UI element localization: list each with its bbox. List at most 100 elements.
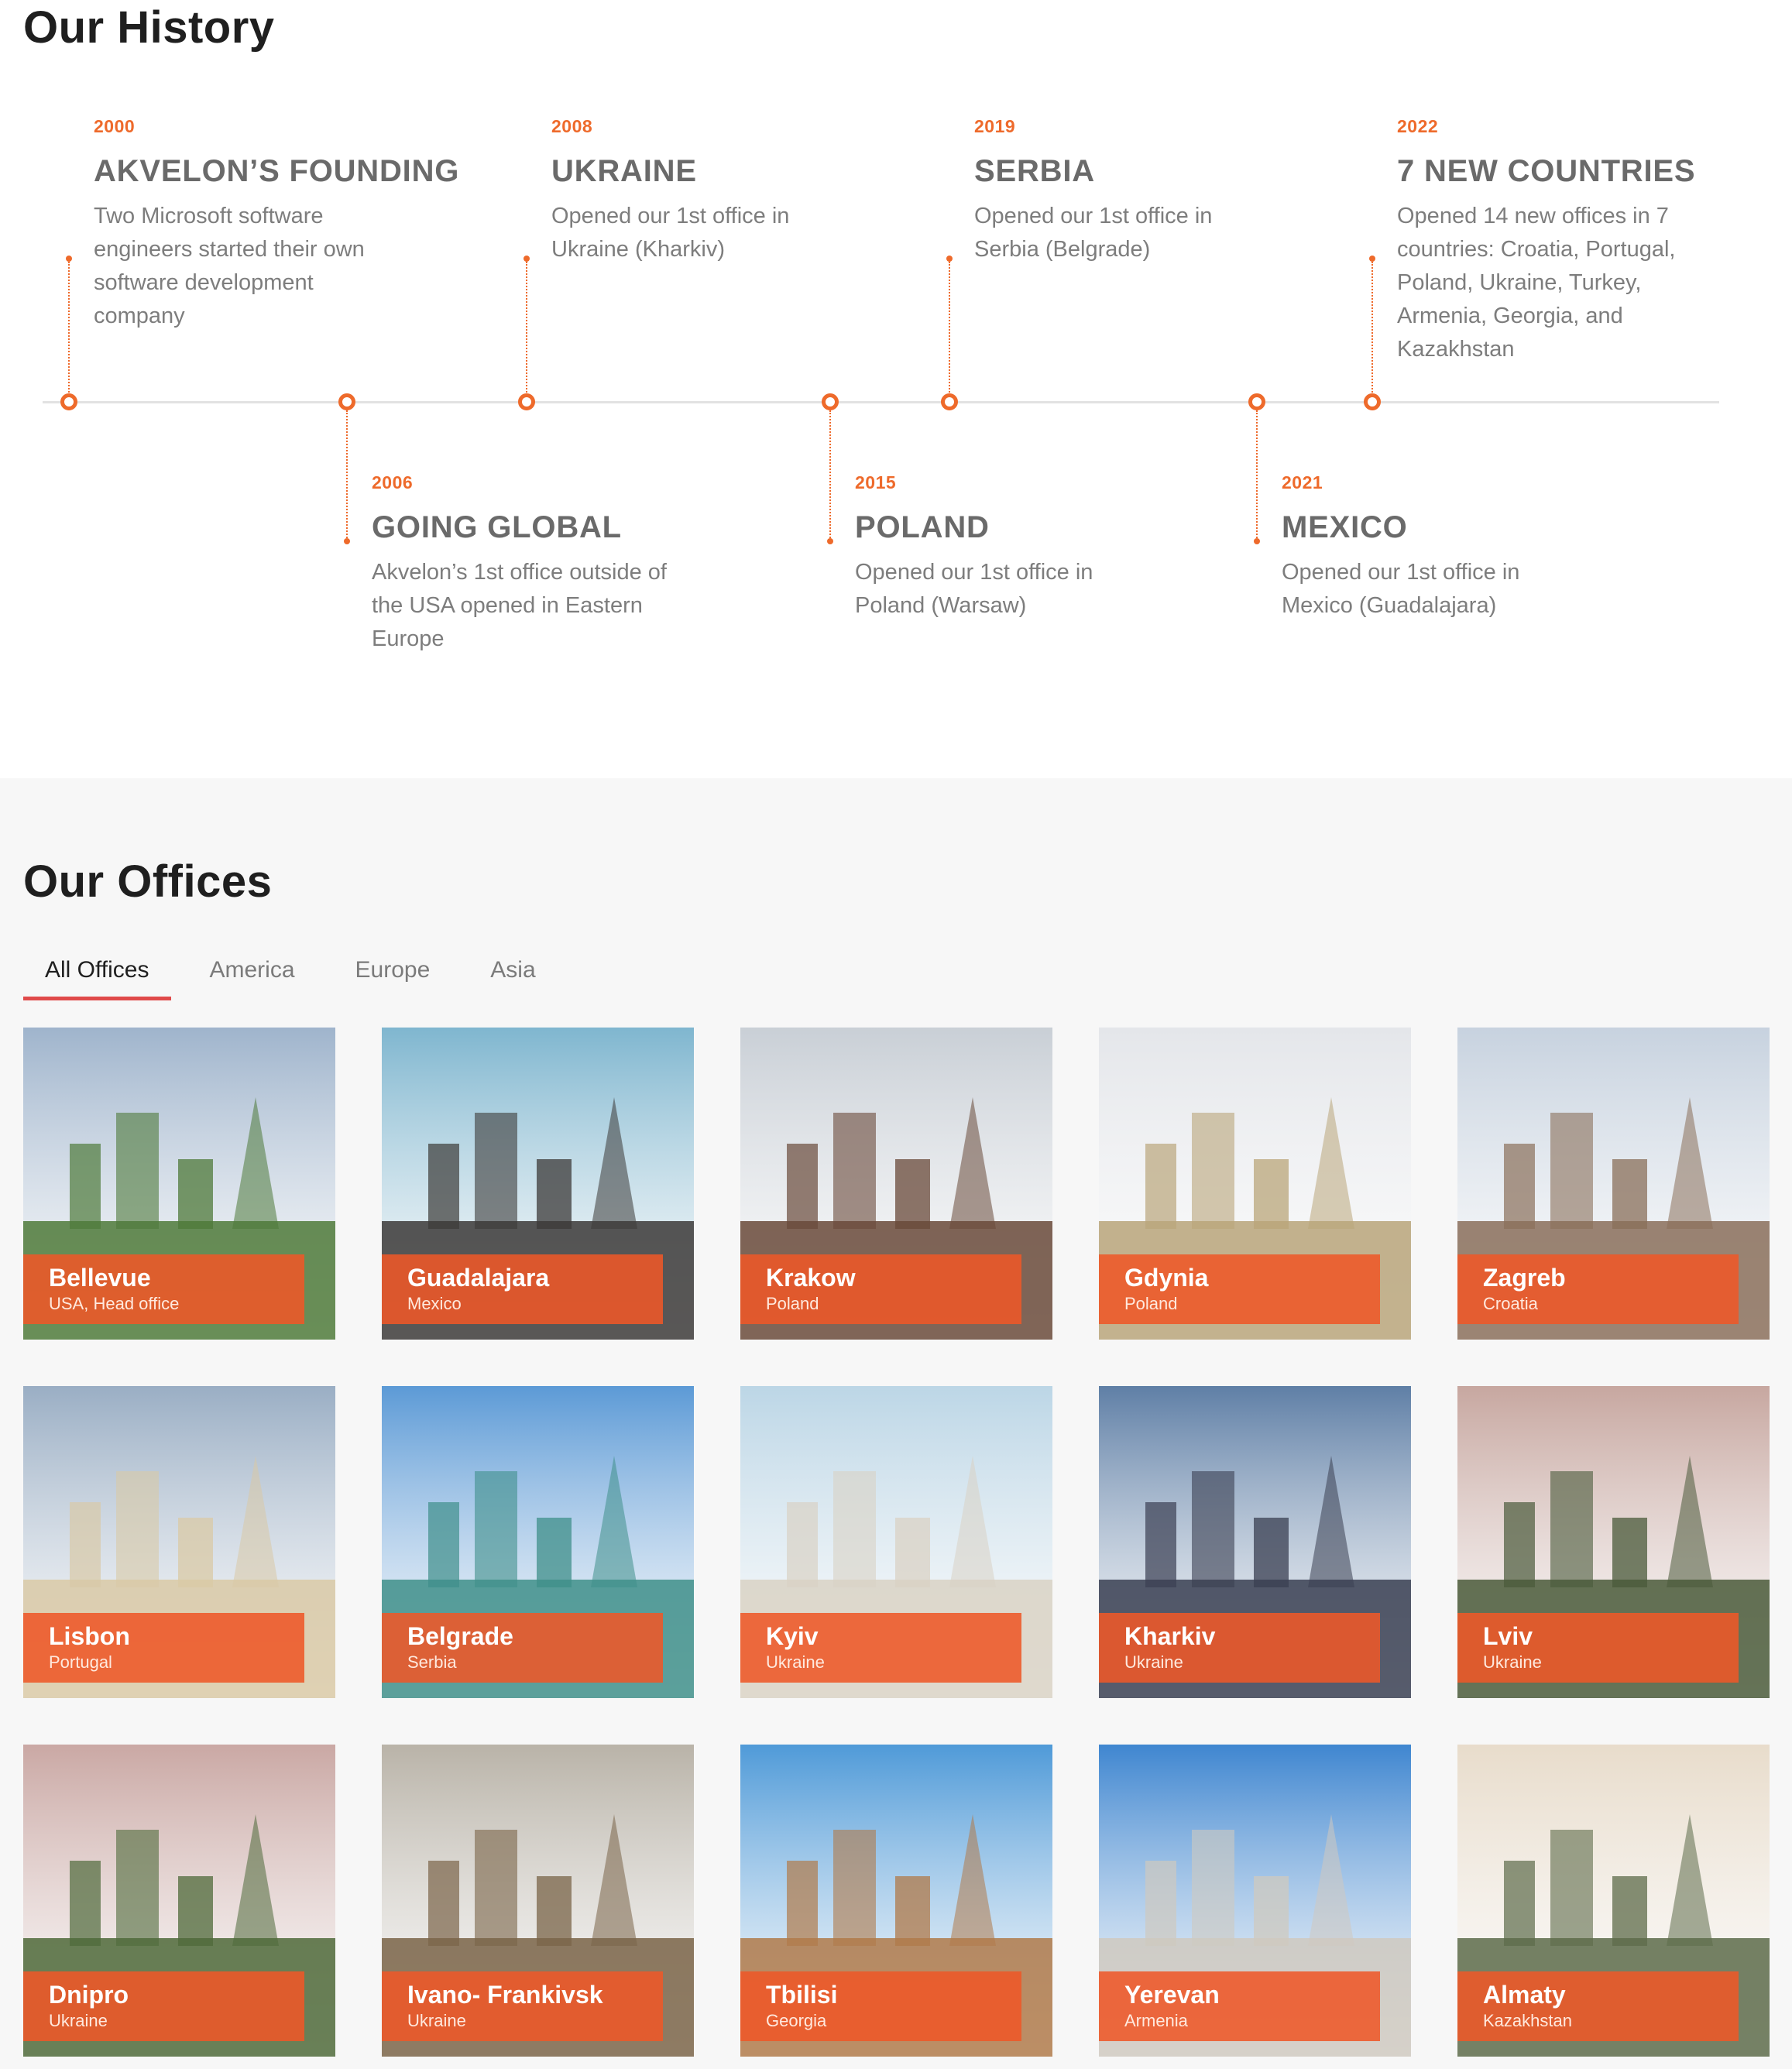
office-country: Ukraine [1124, 1652, 1183, 1672]
event-description: Two Microsoft software engineers started… [94, 204, 365, 328]
office-card[interactable]: Almaty Kazakhstan [1457, 1745, 1770, 2057]
connector-dot [1254, 538, 1260, 544]
office-card[interactable]: Zagreb Croatia [1457, 1028, 1770, 1340]
office-country: Armenia [1124, 2011, 1188, 2030]
office-card[interactable]: Ivano- Frankivsk Ukraine [382, 1745, 694, 2057]
timeline-connector [829, 410, 831, 538]
event-year: 2015 [855, 472, 897, 492]
office-caption: Lviv Ukraine [1457, 1613, 1739, 1683]
event-title: UKRAINE [551, 154, 697, 188]
office-caption: Yerevan Armenia [1099, 1971, 1380, 2041]
office-city: Dnipro [49, 1981, 129, 2009]
history-section: Our History 2000 AKVELON’S FOUNDING Two … [0, 0, 1792, 778]
timeline-connector [1256, 410, 1258, 538]
office-country: USA, Head office [49, 1294, 180, 1313]
office-city: Zagreb [1483, 1264, 1566, 1292]
office-card[interactable]: Belgrade Serbia [382, 1386, 694, 1698]
timeline-dot [60, 393, 77, 410]
connector-dot [827, 538, 833, 544]
timeline-connector [346, 410, 348, 538]
event-description: Opened our 1st office in Ukraine (Kharki… [551, 204, 790, 262]
office-caption: Lisbon Portugal [23, 1613, 304, 1683]
timeline-event-2019: 2019 SERBIA Opened our 1st office in Ser… [974, 116, 1377, 266]
office-caption: Krakow Poland [740, 1254, 1021, 1324]
office-country: Georgia [766, 2011, 827, 2030]
office-country: Ukraine [49, 2011, 108, 2030]
timeline-connector [949, 262, 950, 395]
office-card[interactable]: Gdynia Poland [1099, 1028, 1411, 1340]
tab-america[interactable]: America [188, 952, 317, 1000]
office-caption: Zagreb Croatia [1457, 1254, 1739, 1324]
timeline-event-2022: 2022 7 NEW COUNTRIES Opened 14 new offic… [1397, 116, 1792, 366]
office-tabs: All Offices America Europe Asia [23, 952, 558, 1000]
tab-all-offices[interactable]: All Offices [23, 952, 171, 1000]
timeline-dot [338, 393, 355, 410]
office-country: Ukraine [1483, 1652, 1542, 1672]
office-country: Mexico [407, 1294, 462, 1313]
event-year: 2008 [551, 116, 593, 136]
office-caption: Kyiv Ukraine [740, 1613, 1021, 1683]
connector-dot [66, 256, 72, 262]
event-description: Opened 14 new offices in 7 countries: Cr… [1397, 204, 1676, 362]
office-city: Kharkiv [1124, 1622, 1216, 1650]
event-description: Opened our 1st office in Serbia (Belgrad… [974, 204, 1213, 262]
office-city: Krakow [766, 1264, 856, 1292]
timeline-dot [518, 393, 535, 410]
office-card[interactable]: Tbilisi Georgia [740, 1745, 1052, 2057]
offices-title: Our Offices [23, 856, 273, 907]
connector-dot [1369, 256, 1375, 262]
office-caption: Bellevue USA, Head office [23, 1254, 304, 1324]
office-city: Tbilisi [766, 1981, 838, 2009]
office-caption: Guadalajara Mexico [382, 1254, 663, 1324]
timeline-dot [1248, 393, 1265, 410]
office-caption: Almaty Kazakhstan [1457, 1971, 1739, 2041]
timeline-event-2000: 2000 AKVELON’S FOUNDING Two Microsoft so… [94, 116, 496, 333]
connector-dot [946, 256, 953, 262]
office-card[interactable]: Lviv Ukraine [1457, 1386, 1770, 1698]
event-description: Opened our 1st office in Mexico (Guadala… [1282, 560, 1520, 618]
event-description: Opened our 1st office in Poland (Warsaw) [855, 560, 1093, 618]
office-city: Ivano- Frankivsk [407, 1981, 603, 2009]
timeline-dot [822, 393, 839, 410]
office-city: Kyiv [766, 1622, 819, 1650]
office-caption: Dnipro Ukraine [23, 1971, 304, 2041]
office-card[interactable]: Yerevan Armenia [1099, 1745, 1411, 2057]
connector-dot [344, 538, 350, 544]
event-description: Akvelon’s 1st office outside of the USA … [372, 560, 667, 651]
office-card[interactable]: Guadalajara Mexico [382, 1028, 694, 1340]
event-year: 2021 [1282, 472, 1323, 492]
event-year: 2006 [372, 472, 414, 492]
office-caption: Gdynia Poland [1099, 1254, 1380, 1324]
timeline-event-2008: 2008 UKRAINE Opened our 1st office in Uk… [551, 116, 954, 266]
timeline-event-2006: 2006 GOING GLOBAL Akvelon’s 1st office o… [372, 472, 774, 656]
event-year: 2000 [94, 116, 136, 136]
event-title: AKVELON’S FOUNDING [94, 154, 460, 188]
office-card[interactable]: Krakow Poland [740, 1028, 1052, 1340]
office-city: Bellevue [49, 1264, 151, 1292]
office-city: Lviv [1483, 1622, 1533, 1650]
office-country: Serbia [407, 1652, 457, 1672]
office-caption: Kharkiv Ukraine [1099, 1613, 1380, 1683]
tab-europe[interactable]: Europe [334, 952, 452, 1000]
timeline-line [43, 401, 1719, 403]
timeline-connector [526, 262, 527, 395]
office-caption: Tbilisi Georgia [740, 1971, 1021, 2041]
office-card[interactable]: Dnipro Ukraine [23, 1745, 335, 2057]
office-card[interactable]: Kyiv Ukraine [740, 1386, 1052, 1698]
timeline-event-2015: 2015 POLAND Opened our 1st office in Pol… [855, 472, 1258, 623]
office-card[interactable]: Bellevue USA, Head office [23, 1028, 335, 1340]
history-title: Our History [23, 2, 275, 53]
office-card[interactable]: Lisbon Portugal [23, 1386, 335, 1698]
timeline-dot [941, 393, 958, 410]
tab-asia[interactable]: Asia [469, 952, 557, 1000]
offices-section: Our Offices All Offices America Europe A… [0, 778, 1792, 2069]
timeline-event-2021: 2021 MEXICO Opened our 1st office in Mex… [1282, 472, 1684, 623]
event-year: 2022 [1397, 116, 1439, 136]
office-caption: Ivano- Frankivsk Ukraine [382, 1971, 663, 2041]
office-country: Ukraine [407, 2011, 466, 2030]
timeline-dot [1364, 393, 1381, 410]
office-country: Ukraine [766, 1652, 825, 1672]
office-country: Poland [1124, 1294, 1178, 1313]
office-card[interactable]: Kharkiv Ukraine [1099, 1386, 1411, 1698]
event-title: 7 NEW COUNTRIES [1397, 154, 1696, 188]
